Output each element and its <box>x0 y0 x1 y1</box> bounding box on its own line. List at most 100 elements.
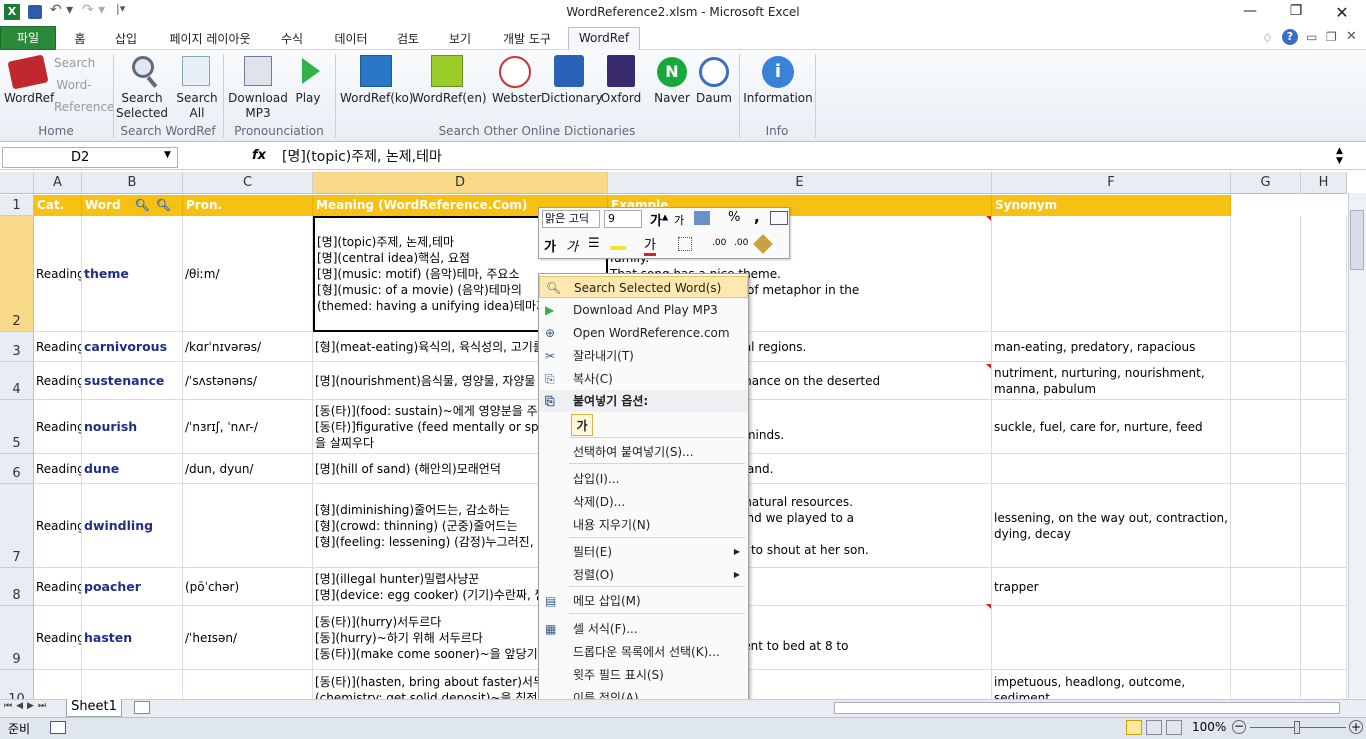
cell-word[interactable]: carnivorous <box>82 332 183 362</box>
tab-home[interactable]: 홈 <box>66 29 94 50</box>
cell-cat[interactable]: Reading <box>34 454 82 484</box>
row-header[interactable]: 2 <box>0 216 34 332</box>
macro-record-icon[interactable] <box>50 721 66 734</box>
cell-h[interactable] <box>1301 362 1347 400</box>
col-header-c[interactable]: C <box>183 172 313 194</box>
minimize-icon[interactable]: — <box>1236 3 1264 23</box>
download-label-2[interactable]: MP3 <box>226 106 290 121</box>
sheet-nav-icon[interactable]: ⏮◀▶⏭ <box>4 701 50 711</box>
help-icon[interactable]: ? <box>1282 29 1298 45</box>
information-button[interactable]: Information <box>742 91 814 106</box>
cell-g[interactable] <box>1231 454 1301 484</box>
search-selected-label-2[interactable]: Selected <box>116 106 168 121</box>
cell-cat[interactable] <box>34 670 82 699</box>
cell-cat[interactable]: Reading <box>34 568 82 606</box>
shrink-font-icon[interactable]: 가 <box>674 212 684 228</box>
increase-decimal-icon[interactable]: .00 <box>712 238 726 248</box>
zoom-out-icon[interactable]: − <box>1232 720 1246 734</box>
cell-h[interactable] <box>1301 454 1347 484</box>
download-label-1[interactable]: Download <box>226 91 290 106</box>
row-header[interactable]: 7 <box>0 484 34 568</box>
search-all-label-1[interactable]: Search <box>174 91 220 106</box>
col-header-f[interactable]: F <box>992 172 1231 194</box>
grow-font-icon[interactable]: 가▲ <box>650 210 668 229</box>
tab-developer[interactable]: 개발 도구 <box>494 29 560 50</box>
close-icon[interactable]: ✕ <box>1328 3 1356 23</box>
name-box[interactable]: D2 <box>2 147 178 168</box>
cell-word[interactable]: sustenance <box>82 362 183 400</box>
cell-pron[interactable] <box>183 670 313 699</box>
cell-word[interactable]: dune <box>82 454 183 484</box>
doc-minimize-icon[interactable]: ▭ <box>1306 30 1317 44</box>
tab-formulas[interactable]: 수식 <box>274 29 310 50</box>
borders-icon[interactable] <box>678 237 692 251</box>
cell-synonym[interactable]: lessening, on the way out, contraction, … <box>992 484 1231 568</box>
menu-format-cells[interactable]: ▦ 셀 서식(F)... <box>539 618 748 640</box>
cell-cat[interactable]: Reading <box>34 362 82 400</box>
new-sheet-icon[interactable] <box>134 701 150 714</box>
cell-word[interactable] <box>82 670 183 699</box>
zoom-slider-thumb[interactable] <box>1294 721 1300 734</box>
ribbon-minimize-icon[interactable]: ♢ <box>1262 31 1273 45</box>
menu-show-phonetic-field[interactable]: 윗주 필드 표시(S) <box>539 664 748 686</box>
row-header[interactable]: 10 <box>0 670 34 699</box>
col-header-a[interactable]: A <box>34 172 82 194</box>
tab-page-layout[interactable]: 페이지 레이아웃 <box>160 29 260 50</box>
menu-insert-comment[interactable]: ▤ 메모 삽입(M) <box>539 590 748 612</box>
italic-icon[interactable]: 가 <box>566 236 578 255</box>
cell-word[interactable]: nourish <box>82 400 183 454</box>
zoom-in-icon[interactable]: + <box>1349 720 1363 734</box>
cell-g[interactable] <box>1231 606 1301 670</box>
comment-indicator[interactable] <box>986 216 991 221</box>
cell-g[interactable] <box>1231 362 1301 400</box>
cell-h[interactable] <box>1301 216 1347 332</box>
menu-open-wordreference[interactable]: ⊕ Open WordReference.com <box>539 322 748 344</box>
fill-color-icon[interactable] <box>610 236 626 250</box>
col-header-b[interactable]: B <box>82 172 183 194</box>
cell-h[interactable] <box>1301 606 1347 670</box>
comma-style-icon[interactable]: , <box>754 208 760 226</box>
menu-pick-from-dropdown[interactable]: 드롭다운 목록에서 선택(K)... <box>539 641 748 663</box>
cell-synonym[interactable]: impetuous, headlong, outcome, sediment <box>992 670 1231 699</box>
font-color-icon[interactable]: 가 <box>644 234 656 256</box>
bold-icon[interactable]: 가 <box>544 236 556 255</box>
wordref-en-button[interactable]: WordRef(en) <box>412 91 487 106</box>
row-header[interactable]: 4 <box>0 362 34 400</box>
cell-h[interactable] <box>1301 400 1347 454</box>
cell-synonym[interactable]: man-eating, predatory, rapacious <box>992 332 1231 362</box>
cell-word[interactable]: dwindling <box>82 484 183 568</box>
cell-pron[interactable] <box>183 484 313 568</box>
name-box-dropdown-icon[interactable]: ▼ <box>164 150 171 160</box>
sheet-tab[interactable]: Sheet1 <box>66 699 122 717</box>
align-center-icon[interactable]: ☰ <box>588 236 600 251</box>
restore-icon[interactable]: ❐ <box>1282 3 1310 23</box>
cell-cat[interactable]: Reading <box>34 216 82 332</box>
menu-insert[interactable]: 삽입(I)... <box>539 468 748 490</box>
cell-pron[interactable]: /ˈnɜrɪʃ, ˈnʌr-/ <box>183 400 313 454</box>
play-button[interactable]: Play <box>292 91 324 106</box>
cell-word[interactable]: hasten <box>82 606 183 670</box>
search-icon[interactable]: 🔍︎ <box>135 198 150 212</box>
menu-paste-option-keep[interactable]: 가 <box>571 414 593 436</box>
cell-cat[interactable]: Reading <box>34 400 82 454</box>
horizontal-scrollbar[interactable] <box>834 702 1340 714</box>
cell-synonym[interactable]: nutriment, nurturing, nourishment, manna… <box>992 362 1231 400</box>
font-name-select[interactable]: 맑은 고딕 <box>542 210 600 228</box>
cell-synonym[interactable] <box>992 454 1231 484</box>
select-all-corner[interactable] <box>0 172 34 194</box>
formula-input[interactable]: [명](topic)주제, 논제,테마 <box>282 146 442 166</box>
cell-cat[interactable]: Reading <box>34 606 82 670</box>
tab-view[interactable]: 보기 <box>442 29 478 50</box>
comment-indicator[interactable] <box>986 364 991 369</box>
row-header[interactable]: 3 <box>0 332 34 362</box>
row-header[interactable]: 1 <box>0 195 34 216</box>
cell-h[interactable] <box>1301 670 1347 699</box>
page-layout-view-icon[interactable] <box>1146 720 1162 735</box>
menu-paste-special[interactable]: 선택하여 붙여넣기(S)... <box>539 441 748 463</box>
naver-button[interactable]: Naver <box>650 91 694 106</box>
percent-icon[interactable]: % <box>728 210 740 225</box>
col-header-d[interactable]: D <box>313 172 608 194</box>
zoom-level[interactable]: 100% <box>1192 720 1226 734</box>
dictionary-button[interactable]: Dictionary <box>541 91 603 106</box>
search-selected-label-1[interactable]: Search <box>116 91 168 106</box>
